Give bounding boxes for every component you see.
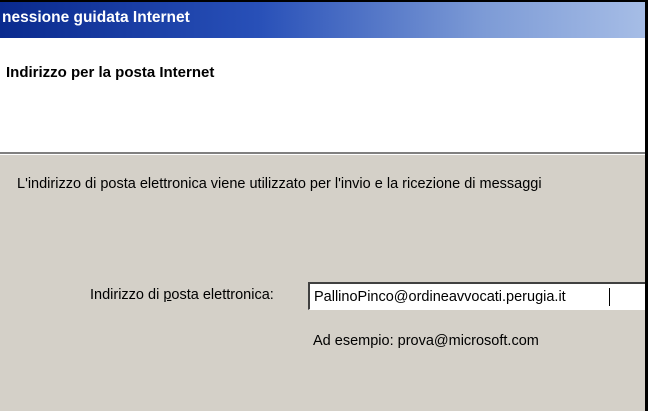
email-label-suffix: osta elettronica: (171, 287, 274, 303)
email-label-prefix: Indirizzo di (90, 287, 164, 303)
title-bar[interactable]: nessione guidata Internet (0, 2, 645, 38)
email-field-label: Indirizzo di posta elettronica: (90, 287, 274, 303)
description-text: L'indirizzo di posta elettronica viene u… (17, 176, 542, 192)
wizard-window: nessione guidata Internet Indirizzo per … (0, 0, 648, 411)
text-caret (609, 288, 610, 306)
email-field[interactable] (308, 282, 645, 310)
wizard-content: L'indirizzo di posta elettronica viene u… (0, 155, 645, 411)
page-title: Indirizzo per la posta Internet (6, 64, 215, 81)
example-hint: Ad esempio: prova@microsoft.com (313, 333, 539, 349)
window-title: nessione guidata Internet (2, 9, 190, 26)
wizard-header: Indirizzo per la posta Internet (0, 40, 645, 152)
